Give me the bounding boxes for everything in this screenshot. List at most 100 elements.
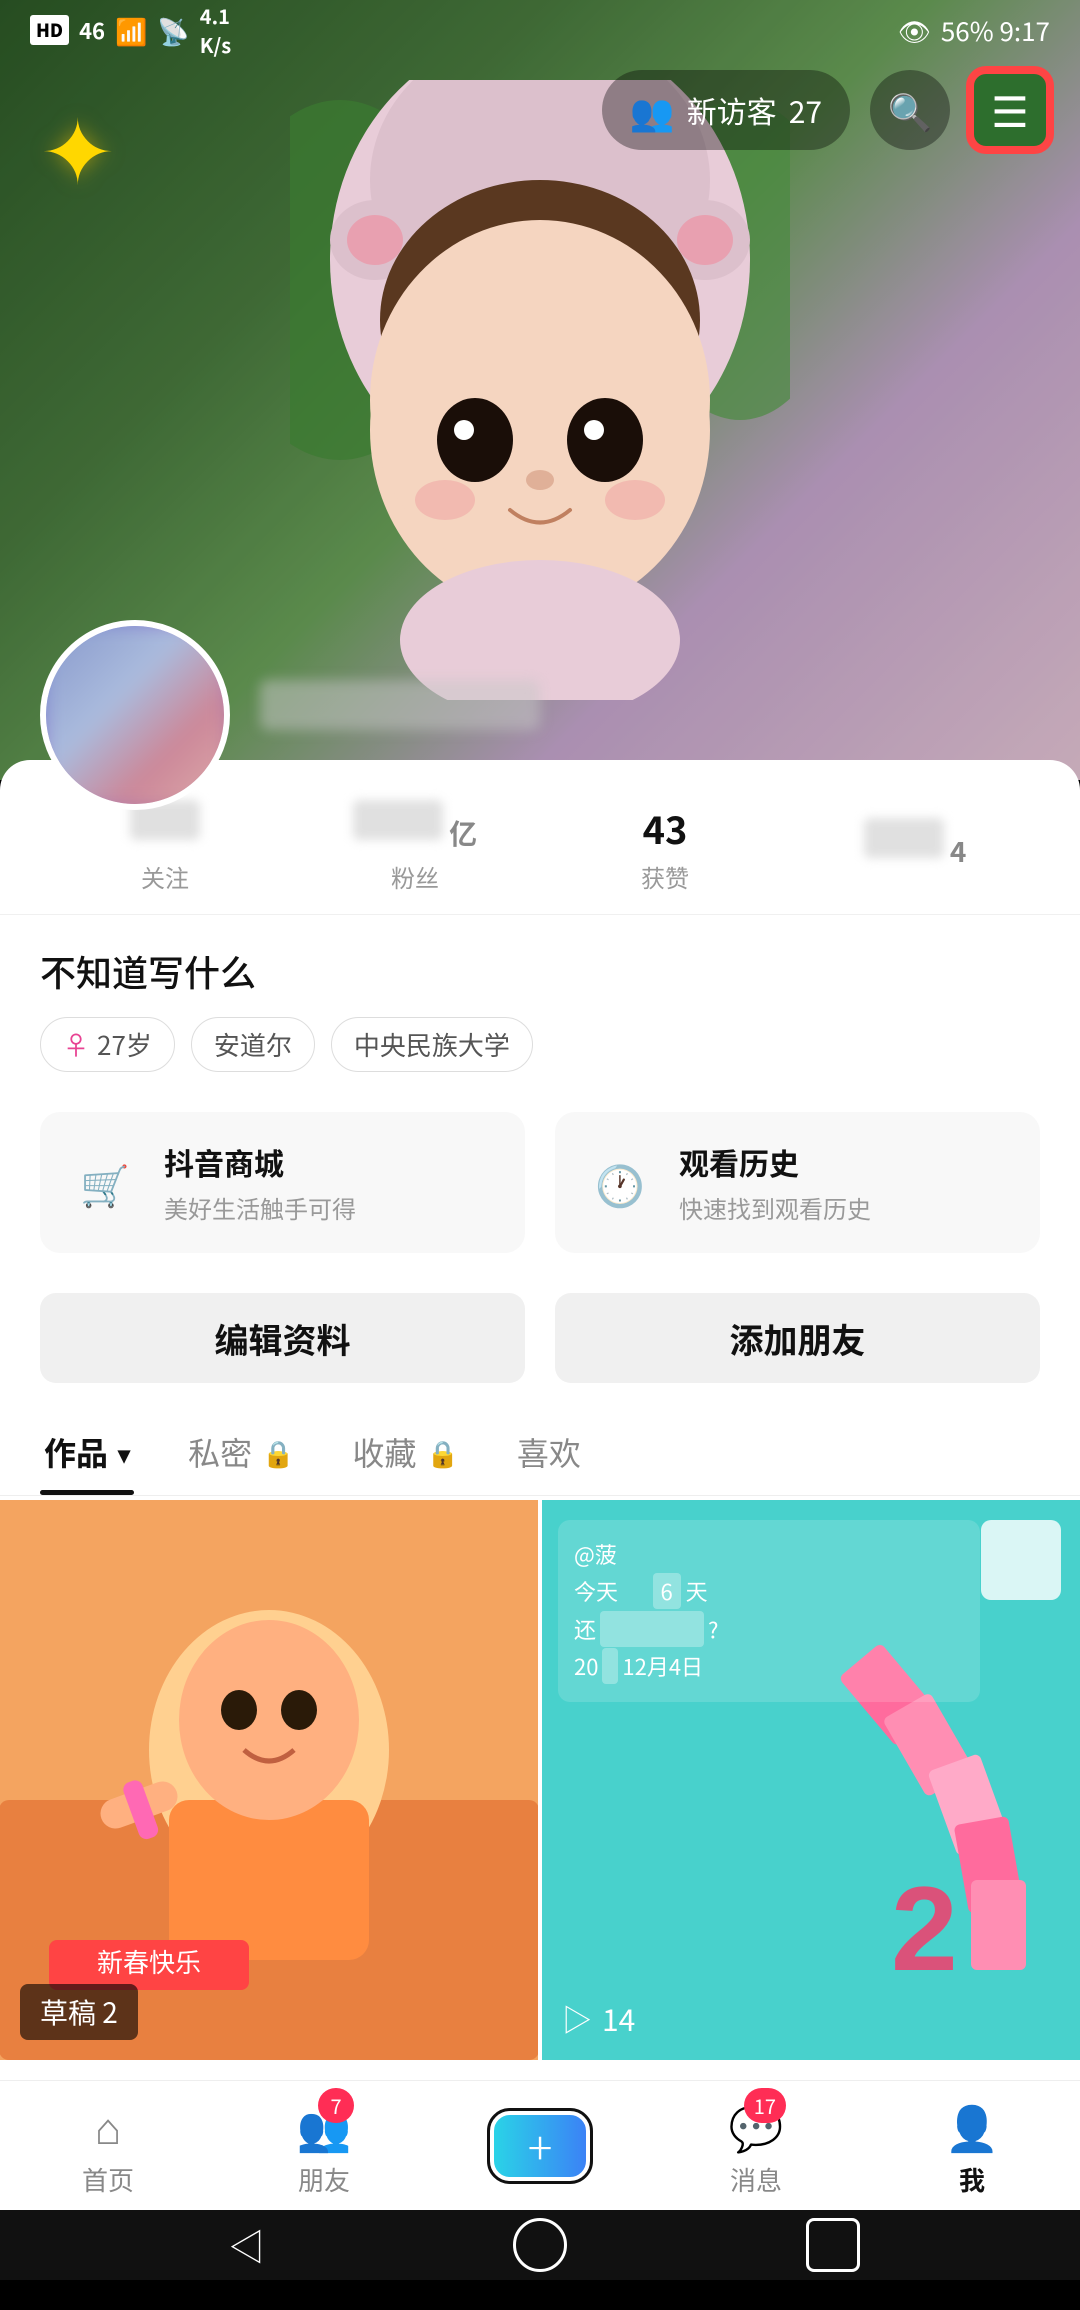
- quick-links: 🛒 抖音商城 美好生活触手可得 🕐 观看历史 快速找到观看历史: [0, 1092, 1080, 1273]
- tabs-bar: 作品 ▾ 私密 🔒 收藏 🔒 喜欢: [0, 1403, 1080, 1496]
- friends-badge: 7: [318, 2088, 354, 2123]
- edit-profile-button[interactable]: 编辑资料: [40, 1293, 525, 1383]
- history-subtitle: 快速找到观看历史: [679, 1190, 871, 1225]
- grid-item-video[interactable]: 2 @菠 今天 6 天 还 ? 2012月4日 ▷ 14: [542, 1500, 1080, 2060]
- battery-percent: 56% 9:17: [941, 12, 1050, 49]
- school-label: 中央民族大学: [354, 1026, 510, 1063]
- nav-create[interactable]: +: [432, 2111, 648, 2181]
- stat-fans-value: 亿: [290, 800, 540, 855]
- tab-favorites-label: 收藏: [352, 1429, 416, 1475]
- play-number: 14: [602, 1996, 635, 2040]
- tab-private[interactable]: 私密 🔒: [184, 1413, 298, 1495]
- school-tag[interactable]: 中央民族大学: [331, 1017, 533, 1072]
- draft-badge: 草稿 2: [20, 1984, 138, 2040]
- draft-thumbnail: 新春快乐: [0, 1500, 538, 2060]
- overlay-line1: 今天 6 天: [574, 1573, 708, 1609]
- avatar[interactable]: [40, 620, 230, 810]
- me-label: 我: [959, 2161, 985, 2198]
- svg-text:2: 2: [891, 1862, 958, 1996]
- tab-favorites[interactable]: 收藏 🔒: [348, 1413, 462, 1495]
- tab-works-label: 作品: [44, 1429, 108, 1475]
- visitors-label: 新访客: [687, 88, 777, 132]
- location-tag[interactable]: 安道尔: [191, 1017, 315, 1072]
- nav-messages[interactable]: 17 💬 消息: [648, 2093, 864, 2198]
- stat-fans-blur: [353, 800, 443, 840]
- recents-gesture[interactable]: [803, 2215, 863, 2275]
- age-tag[interactable]: ♀ 27岁: [40, 1017, 175, 1072]
- nav-friends[interactable]: 7 👥 朋友: [216, 2093, 432, 2198]
- private-lock-icon: 🔒: [262, 1434, 294, 1471]
- tags-row: ♀ 27岁 安道尔 中央民族大学: [40, 1017, 1040, 1072]
- home-gesture[interactable]: [510, 2215, 570, 2275]
- stat-following[interactable]: 关注: [40, 800, 290, 894]
- stat-likes-label: 获赞: [540, 859, 790, 894]
- visitors-button[interactable]: 👥 新访客 27: [602, 70, 850, 150]
- gender-icon: ♀: [63, 1026, 89, 1063]
- tab-works[interactable]: 作品 ▾: [40, 1413, 134, 1495]
- play-count: ▷ 14: [562, 1996, 635, 2040]
- dropdown-icon: ▾: [118, 1435, 130, 1470]
- stat-extra[interactable]: 4: [790, 818, 1040, 877]
- status-right: 👁 56% 9:17: [898, 12, 1050, 49]
- svg-text:新春快乐: 新春快乐: [97, 1948, 201, 1978]
- content-grid: 新春快乐 草稿 2 2 @菠: [0, 1496, 1080, 2064]
- favorites-lock-icon: 🔒: [426, 1434, 458, 1471]
- stat-likes[interactable]: 43 获赞: [540, 800, 790, 894]
- stat-likes-value: 43: [540, 800, 790, 855]
- plus-icon: +: [528, 2113, 553, 2179]
- friends-label: 朋友: [298, 2161, 350, 2198]
- home-icon: ⌂: [95, 2093, 122, 2157]
- character-illustration: [290, 80, 790, 700]
- shop-subtitle: 美好生活触手可得: [164, 1190, 356, 1225]
- hamburger-icon: ☰: [991, 89, 1029, 131]
- overlay-line2: 还 ?: [574, 1613, 718, 1645]
- history-texts: 观看历史 快速找到观看历史: [679, 1140, 871, 1225]
- bio-text: 不知道写什么: [40, 945, 1040, 997]
- history-link[interactable]: 🕐 观看历史 快速找到观看历史: [555, 1112, 1040, 1253]
- menu-button[interactable]: ☰: [970, 70, 1050, 150]
- tab-likes[interactable]: 喜欢: [513, 1413, 585, 1495]
- profile-card: 关注 亿 粉丝 43 获赞 4 不知道写什么 ♀ 27岁: [0, 760, 1080, 2150]
- shop-link[interactable]: 🛒 抖音商城 美好生活触手可得: [40, 1112, 525, 1253]
- shop-icon: 🛒: [70, 1148, 140, 1218]
- search-button[interactable]: 🔍: [870, 70, 950, 150]
- grid-item-draft[interactable]: 新春快乐 草稿 2: [0, 1500, 538, 2060]
- tab-private-label: 私密: [188, 1429, 252, 1475]
- age-label: 27岁: [97, 1026, 152, 1063]
- stat-extra-value: 4: [790, 818, 1040, 873]
- action-buttons: 编辑资料 添加朋友: [0, 1273, 1080, 1403]
- back-gesture[interactable]: ◁: [217, 2215, 277, 2275]
- signal-4g: 46: [79, 14, 105, 46]
- back-icon: ◁: [229, 2219, 265, 2271]
- nav-me[interactable]: 👤 我: [864, 2093, 1080, 2198]
- messages-label: 消息: [730, 2161, 782, 2198]
- wifi-icon: 📡: [157, 12, 189, 49]
- overlay-text: @菠 今天 6 天 还 ? 2012月4日: [574, 1536, 964, 1686]
- shop-texts: 抖音商城 美好生活触手可得: [164, 1140, 356, 1225]
- bio-section: 不知道写什么 ♀ 27岁 安道尔 中央民族大学: [0, 915, 1080, 1092]
- tab-likes-label: 喜欢: [517, 1429, 581, 1475]
- stat-fans-label: 粉丝: [290, 859, 540, 894]
- recents-icon: [806, 2218, 860, 2272]
- overlay-card: @菠 今天 6 天 还 ? 2012月4日: [558, 1520, 980, 1702]
- speed-indicator: 4.1K/s: [200, 1, 231, 59]
- status-left: HD 46 📶 📡 4.1K/s: [30, 1, 231, 59]
- visitors-icon: 👥: [630, 84, 675, 136]
- location-label: 安道尔: [214, 1026, 292, 1063]
- messages-badge: 17: [744, 2088, 786, 2123]
- add-friend-button[interactable]: 添加朋友: [555, 1293, 1040, 1383]
- status-bar: HD 46 📶 📡 4.1K/s 👁 56% 9:17: [0, 0, 1080, 60]
- bottom-nav: ⌂ 首页 7 👥 朋友 + 17 💬 消息 👤 我: [0, 2080, 1080, 2210]
- username-blurred: [260, 680, 540, 730]
- create-button[interactable]: +: [490, 2111, 590, 2181]
- stat-fans[interactable]: 亿 粉丝: [290, 800, 540, 894]
- signal-bars: 📶: [115, 12, 147, 49]
- hd-badge: HD: [30, 15, 69, 45]
- home-gesture-icon: [513, 2218, 567, 2272]
- shop-title: 抖音商城: [164, 1140, 356, 1184]
- gesture-bar: ◁: [0, 2210, 1080, 2280]
- overlay-user: @菠: [574, 1538, 622, 1570]
- nav-home[interactable]: ⌂ 首页: [0, 2093, 216, 2198]
- stat-following-label: 关注: [40, 859, 290, 894]
- history-icon: 🕐: [585, 1148, 655, 1218]
